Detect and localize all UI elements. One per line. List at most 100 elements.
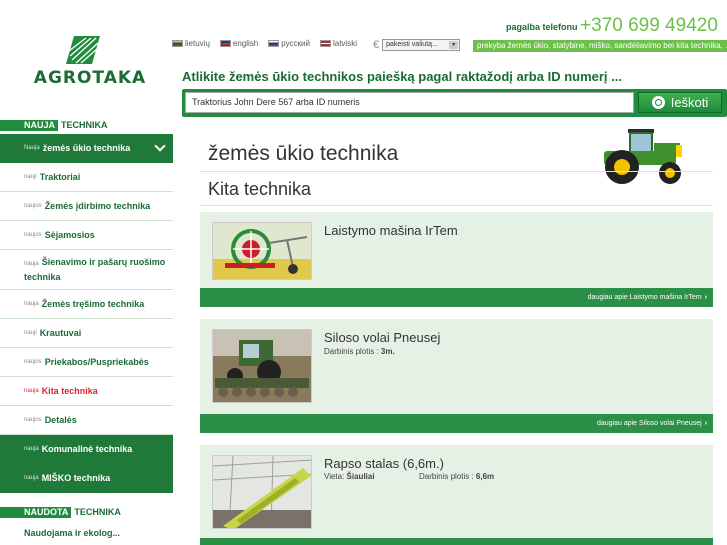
lang-en-label: english <box>232 39 259 48</box>
sidebar-item-prefix: naujos <box>24 232 42 238</box>
product-name[interactable]: Rapso stalas (6,6m.) <box>324 456 444 471</box>
currency-switcher: € pakeisti valiutą... ▾ <box>373 39 461 51</box>
location-label: Vieta: <box>324 472 345 481</box>
product-more-label: daugiau apie Siloso volai Pneusej <box>596 420 702 427</box>
sidebar-item-prefix: naujos <box>24 417 42 423</box>
meta-label: Darbinis plotis : <box>324 347 379 356</box>
product-meta: Darbinis plotis : 6,6m <box>419 472 494 481</box>
sidebar-item-fertilizing[interactable]: nauja Žemės tręšimo technika <box>0 290 173 319</box>
marquee-banner: prekyba žemės ūkio, statybine, miško, sa… <box>473 40 727 52</box>
lv-flag-icon <box>319 40 331 47</box>
meta-label: Darbinis plotis : <box>419 472 474 481</box>
new-section-rest: TECHNIKA <box>61 120 108 130</box>
lang-lv[interactable]: latviski <box>319 39 357 48</box>
chevron-down-icon <box>154 140 166 152</box>
sidebar-item-label: Detalės <box>44 415 77 425</box>
language-switcher: lietuvių english русский latviski <box>172 39 357 48</box>
agrotaka-logo[interactable]: AGROTAKA <box>28 32 152 92</box>
euro-icon: € <box>373 39 380 51</box>
sidebar-item-label: MIŠKO technika <box>41 473 111 483</box>
divider <box>200 205 713 206</box>
product-more-link[interactable]: daugiau apie Siloso volai Pneusej › <box>200 414 713 433</box>
sidebar-item-prefix: nauja <box>24 475 39 481</box>
lt-flag-icon <box>172 40 183 47</box>
used-section-tag: NAUDOTA <box>0 506 72 518</box>
new-section-header: NAUJA TECHNIKA <box>0 118 173 132</box>
chevron-right-icon: › <box>704 420 707 427</box>
sidebar-item-label: žemės ūkio technika <box>42 143 131 153</box>
meta-value: 6,6m <box>475 472 495 481</box>
phone-label: pagalba telefonu <box>506 22 578 32</box>
sidebar-item-label: Priekabos/Puspriekabės <box>44 357 149 367</box>
sidebar-item-trailers[interactable]: naujos Priekabos/Puspriekabės <box>0 348 173 377</box>
product-more-label: daugiau apie Laistymo mašina IrTem <box>587 294 702 301</box>
currency-select[interactable]: pakeisti valiutą... ▾ <box>382 39 461 51</box>
sidebar-item-loaders[interactable]: nauji Krautuvai <box>0 319 173 348</box>
sidebar-item-prefix: naujos <box>24 203 42 209</box>
divider <box>200 171 713 172</box>
sidebar-item-label: Sėjamosios <box>44 230 95 240</box>
sidebar-item-label: Naudojama ir ekolog... <box>24 528 121 538</box>
logo-mark-icon <box>66 36 100 64</box>
search-button[interactable]: Ieškoti <box>638 92 722 113</box>
dropdown-arrow-icon: ▾ <box>449 41 459 49</box>
product-image[interactable] <box>212 329 312 403</box>
product-location: Vieta: Šiauliai <box>324 472 375 481</box>
product-name[interactable]: Siloso volai Pneusej <box>324 330 440 345</box>
location-value: Šiauliai <box>346 472 375 481</box>
en-flag-icon <box>219 40 231 47</box>
sidebar: NAUJA TECHNIKA Nauja žemės ūkio technika… <box>0 118 173 545</box>
brand-name: AGROTAKA <box>33 68 147 88</box>
search-title: Atlikite žemės ūkio technikos paiešką pa… <box>182 69 622 84</box>
lang-lt-label: lietuvių <box>185 39 210 48</box>
meta-value: 3m. <box>380 347 395 356</box>
page-title: žemės ūkio technika <box>208 142 399 165</box>
sidebar-item-municipal[interactable]: nauja Komunalinė technika <box>0 435 173 464</box>
lang-ru-label: русский <box>281 39 310 48</box>
sidebar-item-prefix: nauja <box>24 301 39 307</box>
tractor-icon <box>604 129 682 184</box>
used-section-header: NAUDOTA TECHNIKA <box>0 505 173 519</box>
sidebar-item-parts[interactable]: naujos Detalės <box>0 406 173 435</box>
sidebar-item-other[interactable]: nauja Kita technika <box>0 377 173 406</box>
sidebar-item-label: Traktoriai <box>39 172 81 182</box>
product-name[interactable]: Laistymo mašina IrTem <box>324 223 458 238</box>
ru-flag-icon <box>268 40 280 47</box>
phone-number[interactable]: +370 699 49420 <box>580 15 718 37</box>
product-card[interactable]: Laistymo mašina IrTem daugiau apie Laist… <box>200 212 713 307</box>
page: AGROTAKA lietuvių english русский latvis… <box>0 0 727 545</box>
product-more-link[interactable]: daugiau apie Laistymo mašina IrTem › <box>200 288 713 307</box>
sidebar-item-used-first[interactable]: Naudojama ir ekolog... <box>0 519 173 545</box>
lang-lt[interactable]: lietuvių <box>172 39 210 48</box>
sidebar-item-prefix: nauja <box>24 446 39 452</box>
search-button-label: Ieškoti <box>670 95 709 110</box>
sidebar-item-prefix: nauja <box>24 260 39 267</box>
lang-en[interactable]: english <box>219 39 259 48</box>
sidebar-item-prefix: naujos <box>24 359 42 365</box>
lang-ru[interactable]: русский <box>268 39 310 48</box>
sidebar-item-agri[interactable]: Nauja žemės ūkio technika <box>0 134 173 163</box>
sidebar-item-tillage[interactable]: naujos Žemės įdirbimo technika <box>0 192 173 221</box>
sidebar-item-label: Šienavimo ir pašarų ruošimo technika <box>24 256 166 282</box>
sidebar-item-prefix: nauji <box>24 330 37 336</box>
product-image[interactable] <box>212 222 312 280</box>
product-card[interactable]: Siloso volai Pneusej Darbinis plotis : 3… <box>200 319 713 433</box>
lang-lv-label: latviski <box>332 39 357 48</box>
product-image[interactable] <box>212 455 312 529</box>
product-more-link[interactable] <box>200 538 713 545</box>
sidebar-item-prefix: nauji <box>24 174 37 180</box>
sidebar-item-forestry[interactable]: nauja MIŠKO technika <box>0 464 173 493</box>
sidebar-item-seeders[interactable]: naujos Sėjamosios <box>0 221 173 250</box>
currency-select-value: pakeisti valiutą... <box>386 41 438 48</box>
chevron-right-icon: › <box>704 294 707 301</box>
sidebar-item-haymaking[interactable]: nauja Šienavimo ir pašarų ruošimo technik… <box>0 250 173 290</box>
sidebar-item-label: Kita technika <box>41 386 98 396</box>
search-input[interactable]: Traktorius John Dere 567 arba ID numeris <box>185 92 634 113</box>
sidebar-item-label: Krautuvai <box>39 328 82 338</box>
sidebar-item-label: Komunalinė technika <box>41 444 133 454</box>
sidebar-item-tractors[interactable]: nauji Traktoriai <box>0 163 173 192</box>
search-icon <box>651 96 665 109</box>
sidebar-item-prefix: nauja <box>24 388 39 394</box>
product-card[interactable]: Rapso stalas (6,6m.) Vieta: Šiauliai Dar… <box>200 445 713 545</box>
sidebar-item-label: Žemės įdirbimo technika <box>44 201 151 211</box>
